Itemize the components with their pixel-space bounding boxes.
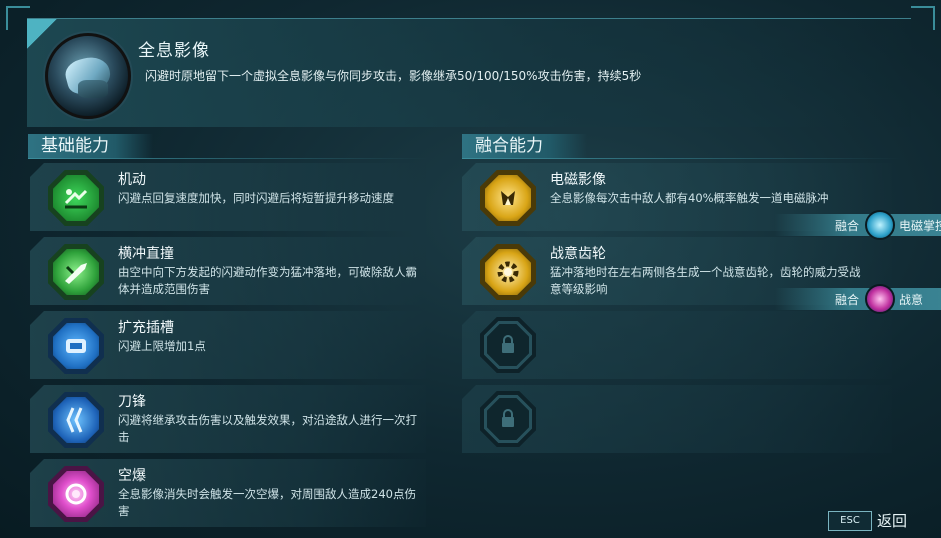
skill-card-air-burst[interactable]: 空爆 全息影像消失时会触发一次空爆，对周围敌人造成240点伤害 [30,459,426,527]
skill-description: 闪避上限增加1点 [118,339,206,353]
mobility-icon [48,170,104,226]
fusion-tag-electro-control[interactable]: 融合 电磁掌控 [775,210,941,240]
lock-icon [480,391,536,447]
fusion-name: 电磁掌控 [899,218,941,233]
skill-description: 全息影像每次击中敌人都有40%概率触发一道电磁脉冲 [550,191,829,205]
skill-description: 全息影像消失时会触发一次空爆，对周围敌人造成240点伤害 [118,487,416,518]
skill-title: 刀锋 [118,394,146,410]
skill-card-blade[interactable]: 刀锋 闪避将继承攻击伤害以及触发效果，对沿途敌人进行一次打击 [30,385,426,453]
esc-key-hint[interactable]: ESC [828,511,872,531]
ability-title: 全息影像 [138,41,210,61]
skill-title: 横冲直撞 [118,246,174,262]
skill-title: 电磁影像 [550,172,606,188]
skill-description: 闪避点回复速度加快，同时闪避后将短暂提升移动速度 [118,191,394,205]
blade-icon [48,392,104,448]
fusion-heading-line [462,158,902,159]
lock-icon [480,317,536,373]
skill-description: 闪避将继承攻击伤害以及触发效果，对沿途敌人进行一次打击 [118,413,417,444]
basic-heading-line [28,158,428,159]
fusion-tag-battle-will[interactable]: 融合 战意 [775,284,941,314]
basic-abilities-heading: 基础能力 [28,134,153,158]
locked-slot [462,385,892,453]
skill-card-slot-expand[interactable]: 扩充插槽 闪避上限增加1点 [30,311,426,379]
dash-strike-icon [48,244,104,300]
battle-will-icon [865,284,896,314]
skill-title: 战意齿轮 [550,246,606,262]
skill-title: 空爆 [118,468,146,484]
fusion-label: 融合 [835,218,860,233]
fusion-name: 战意 [899,292,924,307]
hologram-hand-icon [45,33,131,119]
electro-image-icon [480,170,536,226]
skill-title: 扩充插槽 [118,320,174,336]
ability-description: 闪避时原地留下一个虚拟全息影像与你同步攻击，影像继承50/100/150%攻击伤… [145,69,642,83]
skill-title: 机动 [118,172,146,188]
battle-gear-icon [480,244,536,300]
skill-card-mobility[interactable]: 机动 闪避点回复速度加快，同时闪避后将短暂提升移动速度 [30,163,426,231]
air-burst-icon [48,466,104,522]
slot-expand-icon [48,318,104,374]
fusion-label: 融合 [835,292,860,307]
skill-description: 由空中向下方发起的闪避动作变为猛冲落地，可破除敌人霸体并造成范围伤害 [118,265,417,296]
back-button[interactable]: 返回 [877,510,907,531]
frame-corner-top-right [911,6,935,30]
fusion-abilities-heading: 融合能力 [462,134,587,158]
skill-card-dash-strike[interactable]: 横冲直撞 由空中向下方发起的闪避动作变为猛冲落地，可破除敌人霸体并造成范围伤害 [30,237,426,305]
electro-control-icon [865,210,896,240]
locked-slot [462,311,892,379]
